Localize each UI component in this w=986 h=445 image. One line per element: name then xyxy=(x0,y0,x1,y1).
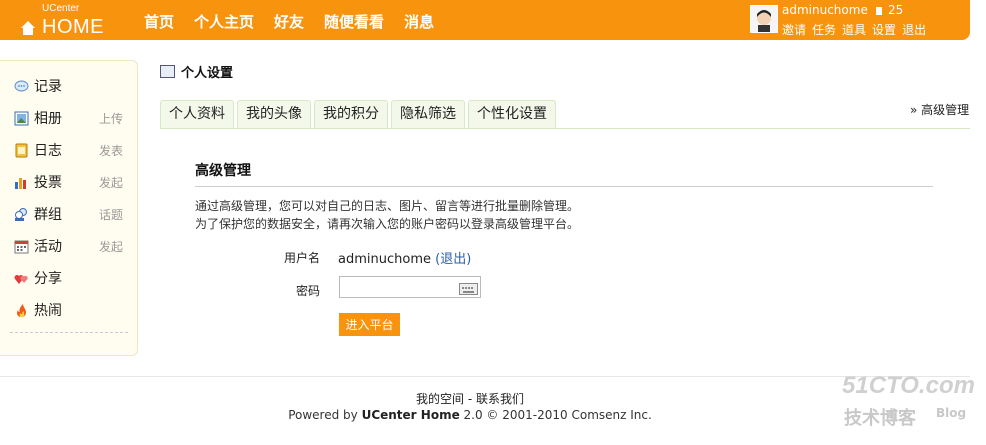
watermark-cn: 技术博客 xyxy=(844,408,916,429)
nav-home[interactable]: 首页 xyxy=(144,11,174,32)
top-header-bar: UCenter HOME 首页 个人主页 好友 随便看看 消息 adminuch… xyxy=(0,0,970,40)
page-title: 个人设置 xyxy=(160,62,233,81)
group-icon xyxy=(15,208,27,221)
tab-personalize[interactable]: 个性化设置 xyxy=(468,100,556,128)
powered-suffix: 2.0 © 2001-2010 Comsenz Inc. xyxy=(459,408,652,422)
logo-big-text: HOME xyxy=(42,16,104,38)
sidebar-item-poll[interactable]: 投票 发起 xyxy=(14,173,129,193)
picture-icon xyxy=(14,111,29,126)
avatar[interactable] xyxy=(750,5,778,33)
footer-powered-by: Powered by UCenter Home 2.0 © 2001-2010 … xyxy=(0,408,940,422)
settings-link[interactable]: 设置 xyxy=(872,21,896,38)
home-icon xyxy=(21,21,35,35)
settings-tabs: 个人资料 我的头像 我的积分 隐私筛选 个性化设置 xyxy=(160,100,559,128)
page-title-text: 个人设置 xyxy=(181,66,234,81)
username-value: adminuchome (退出) xyxy=(338,248,471,267)
logout-link[interactable]: 退出 xyxy=(902,21,926,38)
fire-icon xyxy=(17,304,26,317)
sidebar-item-events[interactable]: 活动 发起 xyxy=(14,237,129,257)
calendar-icon xyxy=(14,240,29,254)
sidebar-item-blog[interactable]: 日志 发表 xyxy=(14,141,129,161)
tasks-link[interactable]: 任务 xyxy=(812,21,836,38)
username-text: adminuchome xyxy=(338,252,431,267)
powered-product[interactable]: UCenter Home xyxy=(362,408,460,422)
publish-link[interactable]: 发表 xyxy=(99,141,123,161)
logo-small-text: UCenter xyxy=(42,3,80,14)
user-links: 邀请 任务 道具 设置 退出 xyxy=(782,21,926,38)
tab-privacy[interactable]: 隐私筛选 xyxy=(391,100,465,128)
watermark: 51CTO.com 技术博客 Blog xyxy=(842,372,975,429)
sidebar-item-records[interactable]: 记录 xyxy=(14,77,129,97)
enter-platform-button[interactable]: 进入平台 xyxy=(339,313,400,336)
hearts-icon xyxy=(14,275,28,284)
notebook-icon xyxy=(15,143,28,158)
sidebar-item-label: 分享 xyxy=(34,271,62,287)
bar-chart-icon xyxy=(15,178,26,189)
form-logout-link[interactable]: (退出) xyxy=(435,252,471,267)
advanced-management-link[interactable]: » 高级管理 xyxy=(910,101,969,118)
description-line-1: 通过高级管理，您可以对自己的日志、图片、留言等进行批量删除管理。 xyxy=(195,199,580,213)
credit-count: 25 xyxy=(876,3,903,17)
invite-link[interactable]: 邀请 xyxy=(782,21,806,38)
nav-friends[interactable]: 好友 xyxy=(274,11,304,32)
tab-profile[interactable]: 个人资料 xyxy=(160,100,234,128)
sidebar-item-share[interactable]: 分享 xyxy=(14,269,129,289)
username-label: 用户名 xyxy=(284,251,321,265)
coin-icon xyxy=(876,6,882,15)
username-link[interactable]: adminuchome xyxy=(782,3,868,17)
topics-link[interactable]: 话题 xyxy=(99,205,123,225)
sidebar-item-label: 热闹 xyxy=(34,303,62,319)
start-poll-link[interactable]: 发起 xyxy=(99,173,123,193)
avatar-face-icon xyxy=(751,6,777,32)
nav-my-space[interactable]: 个人主页 xyxy=(194,11,254,32)
tab-underline xyxy=(160,128,970,129)
credit-value: 25 xyxy=(888,3,904,17)
main-nav: 首页 个人主页 好友 随便看看 消息 xyxy=(144,11,454,32)
start-event-link[interactable]: 发起 xyxy=(99,237,123,257)
section-title: 高级管理 xyxy=(195,163,251,179)
watermark-blog: Blog xyxy=(936,406,967,420)
powered-prefix: Powered by xyxy=(288,408,362,422)
upload-link[interactable]: 上传 xyxy=(99,109,123,129)
sidebar-item-label: 投票 xyxy=(34,175,62,191)
sidebar-item-label: 记录 xyxy=(34,79,62,95)
footer-divider xyxy=(0,376,970,377)
settings-card-icon xyxy=(160,65,175,78)
sidebar-item-album[interactable]: 相册 上传 xyxy=(14,109,129,129)
tab-credits[interactable]: 我的积分 xyxy=(314,100,388,128)
password-label: 密码 xyxy=(296,284,321,298)
sidebar: 记录 相册 上传 日志 发表 投票 发起 群组 话题 活动 发起 分享 热闹 xyxy=(0,60,138,356)
footer-links[interactable]: 我的空间 - 联系我们 xyxy=(0,390,940,407)
tools-link[interactable]: 道具 xyxy=(842,21,866,38)
sidebar-divider xyxy=(10,332,128,333)
sidebar-item-groups[interactable]: 群组 话题 xyxy=(14,205,129,225)
nav-explore[interactable]: 随便看看 xyxy=(324,11,384,32)
watermark-site: 51CTO.com xyxy=(842,372,975,399)
sidebar-item-label: 日志 xyxy=(34,143,62,159)
description-line-2: 为了保护您的数据安全，请再次输入您的账户密码以登录高级管理平台。 xyxy=(195,217,580,231)
sidebar-item-label: 群组 xyxy=(34,207,62,223)
section-divider xyxy=(195,186,933,187)
tab-avatar[interactable]: 我的头像 xyxy=(237,100,311,128)
nav-messages[interactable]: 消息 xyxy=(404,11,434,32)
sidebar-item-label: 活动 xyxy=(34,239,62,255)
sidebar-item-label: 相册 xyxy=(34,111,62,127)
speech-bubble-icon xyxy=(14,80,29,92)
sidebar-item-hot[interactable]: 热闹 xyxy=(14,301,129,321)
keyboard-icon[interactable] xyxy=(459,283,478,295)
keyboard-keys-icon xyxy=(462,287,474,293)
